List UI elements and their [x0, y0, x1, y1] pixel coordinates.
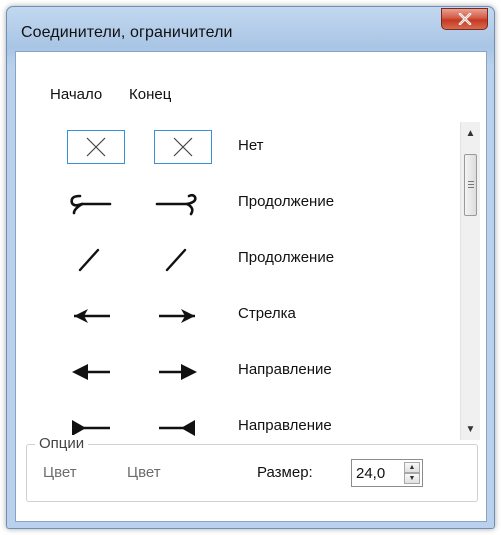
close-icon — [458, 13, 471, 25]
start-cell[interactable] — [60, 130, 125, 166]
start-cell[interactable] — [60, 354, 124, 390]
dialog-content: Начало Конец Нет Продолжение Продолжение… — [16, 52, 486, 521]
list-item-hook-continuation[interactable]: Продолжение — [34, 176, 454, 232]
spin-up-button[interactable]: ▲ — [404, 462, 420, 473]
scroll-thumb[interactable] — [464, 154, 477, 216]
options-group-title: Опции — [35, 435, 89, 452]
slash-continuation-icon — [165, 248, 187, 272]
title-bar[interactable]: Соединители, ограничители — [7, 7, 494, 51]
list-scrollbar[interactable]: ▲ ▼ — [460, 122, 480, 440]
slash-continuation-icon — [78, 248, 100, 272]
scroll-up-button[interactable]: ▲ — [461, 124, 480, 142]
end-cell[interactable] — [147, 298, 211, 334]
none-x-icon — [173, 137, 193, 157]
list-item-direction[interactable]: Направление — [34, 344, 454, 400]
open-arrow-icon — [159, 309, 195, 323]
end-cell[interactable] — [147, 242, 211, 278]
list-item-none[interactable]: Нет — [34, 120, 454, 176]
spin-up-arrow-icon: ▲ — [408, 464, 416, 471]
column-header-end: Конец — [129, 86, 172, 103]
column-header-start: Начало — [50, 86, 103, 103]
filled-arrow-icon — [159, 364, 197, 380]
list-item-label: Стрелка — [238, 305, 296, 322]
open-arrow-icon — [74, 309, 110, 323]
grip-line — [468, 184, 474, 185]
grip-line — [468, 181, 474, 182]
list-item-label: Продолжение — [238, 193, 335, 210]
hook-continuation-icon — [155, 193, 197, 216]
spinner-buttons: ▲ ▼ — [404, 462, 420, 484]
list-item-label: Нет — [238, 137, 264, 154]
list-item-label: Продолжение — [238, 249, 335, 266]
size-input[interactable]: 24,0 — [356, 465, 385, 482]
end-cell[interactable] — [147, 130, 212, 166]
spin-down-arrow-icon: ▼ — [408, 475, 416, 482]
list-item-slash-continuation[interactable]: Продолжение — [34, 232, 454, 288]
hook-continuation-icon — [70, 194, 112, 215]
end-cell[interactable] — [147, 410, 211, 446]
dialog-window: Соединители, ограничители Начало Конец Н… — [6, 6, 495, 529]
start-cell[interactable] — [60, 186, 124, 222]
size-label: Размер: — [257, 464, 313, 481]
scroll-up-arrow-icon: ▲ — [465, 127, 476, 139]
list-item-arrow[interactable]: Стрелка — [34, 288, 454, 344]
scroll-down-arrow-icon: ▼ — [465, 423, 476, 435]
start-cell[interactable] — [60, 242, 124, 278]
filled-triangle-cap-icon — [159, 420, 195, 436]
grip-line — [468, 187, 474, 188]
end-color-button[interactable]: Цвет — [127, 464, 161, 481]
none-x-icon — [86, 137, 106, 157]
spin-down-button[interactable]: ▼ — [404, 473, 420, 484]
size-spinner[interactable]: 24,0 ▲ ▼ — [351, 459, 423, 487]
list-item-label: Направление — [238, 361, 332, 378]
list-item-label: Направление — [238, 417, 332, 434]
connector-list[interactable]: Нет Продолжение Продолжение Стрелка Напр… — [34, 120, 480, 480]
end-cell[interactable] — [147, 186, 211, 222]
scroll-down-button[interactable]: ▼ — [461, 420, 480, 438]
dialog-client-area: Начало Конец Нет Продолжение Продолжение… — [15, 51, 487, 522]
options-group: Опции Цвет Цвет Размер: 24,0 ▲ ▼ — [26, 435, 478, 502]
start-cell[interactable] — [60, 298, 124, 334]
start-color-button[interactable]: Цвет — [43, 464, 77, 481]
filled-arrow-icon — [72, 364, 110, 380]
end-cell[interactable] — [147, 354, 211, 390]
window-title: Соединители, ограничители — [21, 24, 233, 41]
close-button[interactable] — [441, 8, 488, 30]
